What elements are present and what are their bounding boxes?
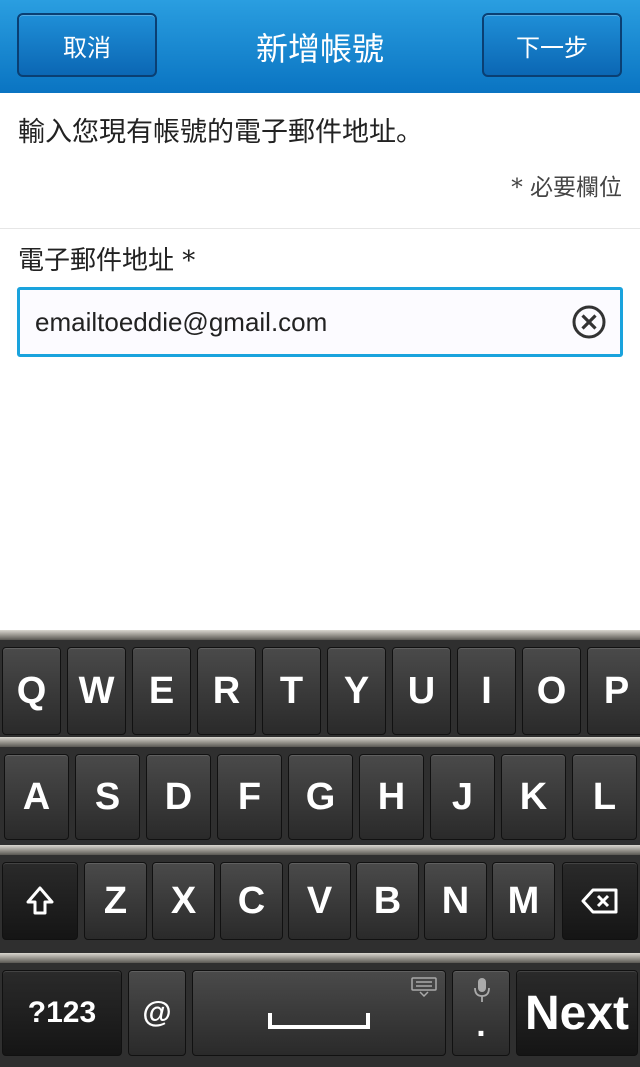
key-r[interactable]: R — [197, 647, 256, 735]
clear-icon[interactable] — [571, 304, 607, 340]
backspace-icon — [581, 888, 618, 914]
symbols-key[interactable]: ?123 — [2, 970, 122, 1056]
key-p[interactable]: P — [587, 647, 640, 735]
shift-icon — [26, 886, 54, 915]
key-z[interactable]: Z — [84, 862, 147, 940]
backspace-key[interactable] — [562, 862, 638, 940]
space-key[interactable] — [192, 970, 446, 1056]
microphone-icon — [474, 978, 490, 1002]
key-b[interactable]: B — [356, 862, 419, 940]
key-a[interactable]: A — [4, 754, 69, 840]
key-k[interactable]: K — [501, 754, 566, 840]
space-icon — [268, 1013, 370, 1029]
at-key[interactable]: @ — [128, 970, 186, 1056]
key-u[interactable]: U — [392, 647, 451, 735]
key-y[interactable]: Y — [327, 647, 386, 735]
key-i[interactable]: I — [457, 647, 516, 735]
key-f[interactable]: F — [217, 754, 282, 840]
required-fields-note: * 必要欄位 — [511, 175, 622, 201]
title-bar: 新增帳號 取消 下一步 — [0, 0, 640, 93]
keyboard-rail — [0, 953, 640, 963]
key-t[interactable]: T — [262, 647, 321, 735]
divider — [0, 228, 640, 229]
key-e[interactable]: E — [132, 647, 191, 735]
key-c[interactable]: C — [220, 862, 283, 940]
email-field-label: 電子郵件地址 * — [18, 246, 196, 276]
keyboard-rail — [0, 630, 640, 640]
shift-key[interactable] — [2, 862, 78, 940]
key-m[interactable]: M — [492, 862, 555, 940]
email-field-value[interactable]: emailtoeddie@gmail.com — [35, 290, 327, 354]
key-j[interactable]: J — [430, 754, 495, 840]
keyboard-rail — [0, 737, 640, 747]
period-key[interactable]: . — [452, 970, 510, 1056]
key-w[interactable]: W — [67, 647, 126, 735]
cancel-button[interactable]: 取消 — [17, 13, 157, 77]
key-n[interactable]: N — [424, 862, 487, 940]
next-key[interactable]: Next — [516, 970, 638, 1056]
key-d[interactable]: D — [146, 754, 211, 840]
key-s[interactable]: S — [75, 754, 140, 840]
period-label: . — [476, 1006, 486, 1044]
key-h[interactable]: H — [359, 754, 424, 840]
key-g[interactable]: G — [288, 754, 353, 840]
key-v[interactable]: V — [288, 862, 351, 940]
key-q[interactable]: Q — [2, 647, 61, 735]
keyboard-icon — [411, 977, 437, 997]
keyboard-rail — [0, 845, 640, 855]
key-o[interactable]: O — [522, 647, 581, 735]
instructions-text: 輸入您現有帳號的電子郵件地址。 — [18, 117, 423, 148]
key-x[interactable]: X — [152, 862, 215, 940]
next-step-button[interactable]: 下一步 — [482, 13, 622, 77]
virtual-keyboard: QWERTYUIOP ASDFGHJKL ZXCVBNM ?123 @ . Ne… — [0, 630, 640, 1067]
email-field[interactable]: emailtoeddie@gmail.com — [17, 287, 623, 357]
key-l[interactable]: L — [572, 754, 637, 840]
